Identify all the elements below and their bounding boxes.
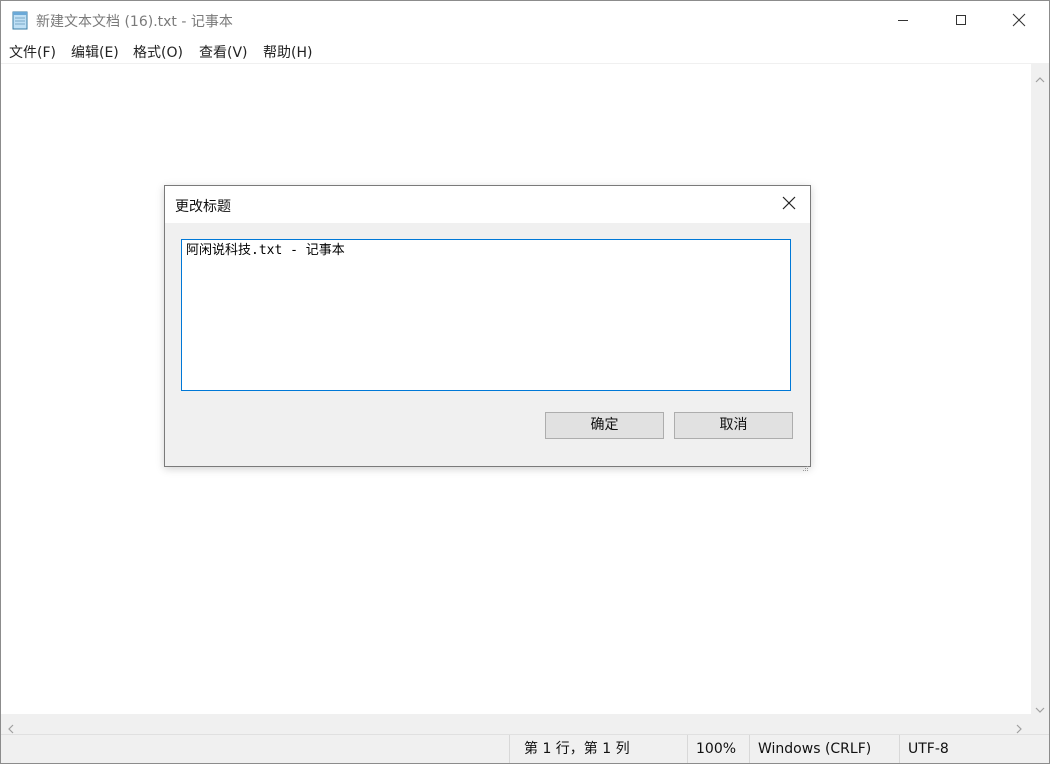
notepad-icon: [11, 10, 29, 30]
close-icon: [782, 195, 796, 214]
scroll-up-icon[interactable]: [1035, 69, 1045, 88]
close-button[interactable]: [990, 1, 1048, 39]
scrollbar-corner: [1031, 714, 1049, 734]
maximize-button[interactable]: [932, 1, 990, 39]
dialog-title: 更改标题: [175, 199, 231, 215]
ok-button[interactable]: 确定: [545, 412, 664, 439]
notepad-window: 新建文本文档 (16).txt - 记事本 文件(F) 编辑(E) 格式(O) …: [0, 0, 1050, 764]
menu-edit[interactable]: 编辑(E): [71, 42, 119, 62]
dialog-close-button[interactable]: [774, 191, 804, 218]
menu-bar: 文件(F) 编辑(E) 格式(O) 查看(V) 帮助(H): [1, 39, 1049, 63]
dialog-title-bar[interactable]: 更改标题: [165, 186, 810, 223]
change-title-dialog: 更改标题 阿闲说科技.txt - 记事本 确定 取消: [164, 185, 811, 471]
window-title: 新建文本文档 (16).txt - 记事本: [36, 14, 233, 30]
menu-view[interactable]: 查看(V): [199, 42, 248, 62]
status-encoding: UTF-8: [899, 735, 1049, 763]
resize-grip-icon[interactable]: [801, 457, 809, 471]
status-bar: 第 1 行，第 1 列 100% Windows (CRLF) UTF-8: [1, 734, 1049, 763]
close-icon: [1012, 13, 1026, 27]
menu-format[interactable]: 格式(O): [133, 42, 183, 62]
minimize-icon: [897, 14, 909, 26]
status-cursor-position: 第 1 行，第 1 列: [509, 735, 687, 763]
status-zoom: 100%: [687, 735, 749, 763]
title-input[interactable]: 阿闲说科技.txt - 记事本: [181, 239, 791, 391]
status-line-ending: Windows (CRLF): [749, 735, 899, 763]
horizontal-scrollbar[interactable]: [1, 714, 1031, 734]
menu-help[interactable]: 帮助(H): [263, 42, 312, 62]
cancel-button[interactable]: 取消: [674, 412, 793, 439]
maximize-icon: [955, 14, 967, 26]
vertical-scrollbar[interactable]: [1031, 63, 1049, 714]
menu-file[interactable]: 文件(F): [9, 42, 56, 62]
minimize-button[interactable]: [874, 1, 932, 39]
title-bar[interactable]: 新建文本文档 (16).txt - 记事本: [1, 1, 1049, 39]
